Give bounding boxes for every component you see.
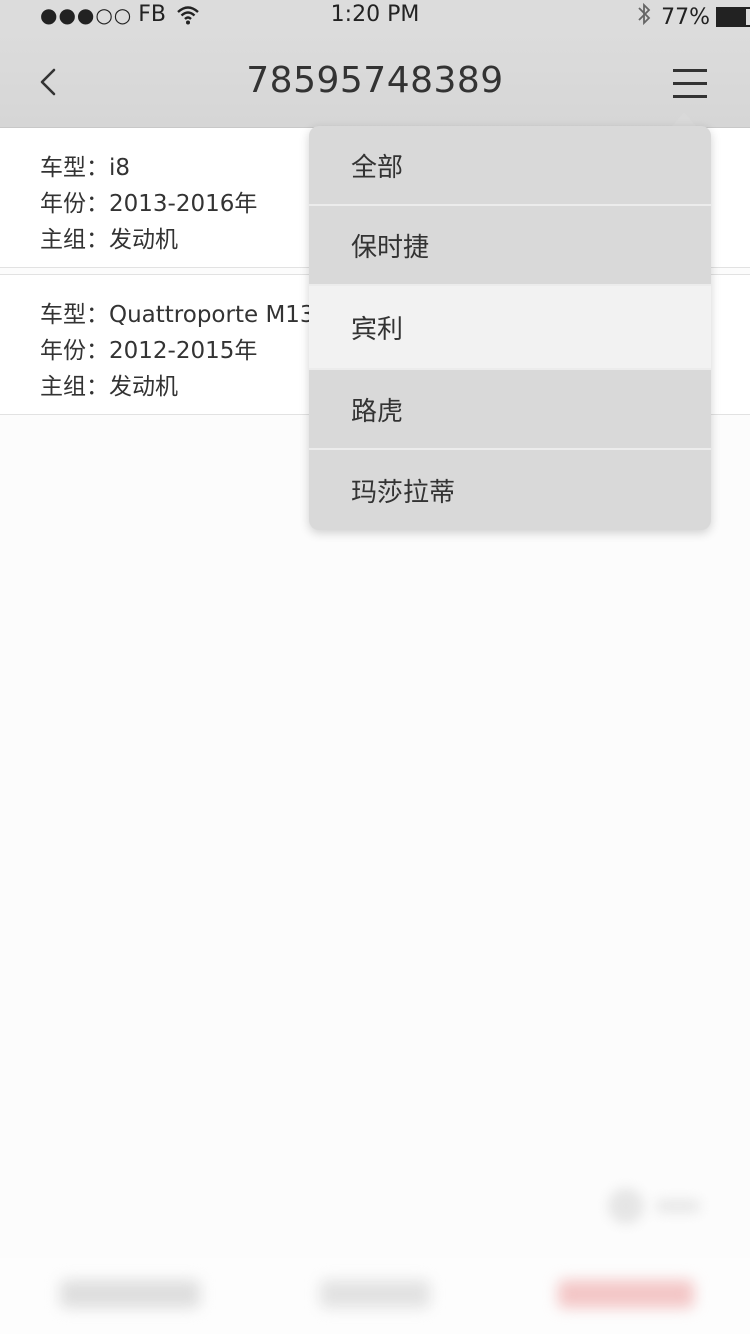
bottom-bar-item[interactable] <box>558 1280 694 1308</box>
battery-icon <box>716 7 750 27</box>
brand-option-maserati[interactable]: 玛莎拉蒂 <box>309 450 711 530</box>
brand-option-all[interactable]: 全部 <box>309 126 711 206</box>
battery-percent: 77% <box>661 4 710 30</box>
status-right: 77% <box>637 2 750 32</box>
brand-option-bentley[interactable]: 宾利 <box>309 286 711 370</box>
nav-bar: 78595748389 <box>0 30 750 128</box>
brand-filter-dropdown: 全部 保时捷 宾利 路虎 玛莎拉蒂 <box>309 126 711 530</box>
dropdown-arrow <box>672 112 696 126</box>
bottom-bar-item[interactable] <box>60 1280 200 1308</box>
floating-button-label <box>656 1199 700 1213</box>
bottom-bar-item[interactable] <box>320 1280 430 1308</box>
floating-button[interactable] <box>608 1184 708 1228</box>
menu-button[interactable] <box>670 66 710 102</box>
bluetooth-icon <box>637 2 651 32</box>
bottom-bar <box>0 1258 750 1334</box>
status-bar: ●●●○○ FB 1:20 PM 77% <box>0 0 750 30</box>
page-title: 78595748389 <box>246 60 504 101</box>
brand-option-porsche[interactable]: 保时捷 <box>309 206 711 286</box>
floating-button-icon <box>608 1188 644 1224</box>
brand-option-land-rover[interactable]: 路虎 <box>309 370 711 450</box>
hamburger-menu-icon <box>673 69 707 98</box>
